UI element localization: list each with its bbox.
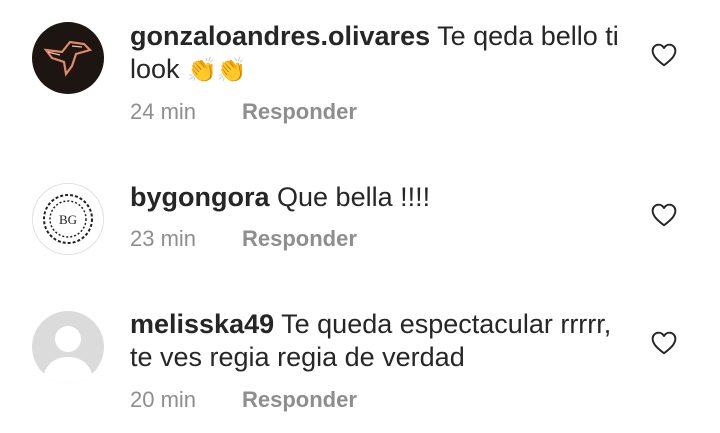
default-user-icon <box>32 311 104 383</box>
comment-username[interactable]: melisska49 <box>130 309 274 339</box>
avatar[interactable] <box>32 311 104 383</box>
comment-timestamp: 20 min <box>130 387 197 412</box>
reply-button[interactable]: Responder <box>242 99 357 124</box>
heart-icon[interactable] <box>651 43 677 67</box>
comment-meta: 23 min Responder <box>130 226 357 252</box>
comment-username[interactable]: gonzaloandres.olivares <box>130 21 430 51</box>
comment-meta: 20 min Responder <box>130 387 357 413</box>
avatar[interactable] <box>32 22 104 94</box>
comment-body: bygongora Que bella !!!! <box>130 181 630 214</box>
avatar[interactable]: BG <box>32 183 104 255</box>
bird-logo-icon <box>32 22 104 94</box>
comment-text: Que bella !!!! <box>277 182 431 212</box>
reply-button[interactable]: Responder <box>242 226 357 251</box>
comment-timestamp: 24 min <box>130 99 197 124</box>
comment-username[interactable]: bygongora <box>130 182 270 212</box>
comment-timestamp: 23 min <box>130 226 197 251</box>
comment-meta: 24 min Responder <box>130 99 357 125</box>
monogram-logo-icon: BG <box>33 184 103 254</box>
reply-button[interactable]: Responder <box>242 387 357 412</box>
heart-icon[interactable] <box>651 203 677 227</box>
clapping-hands-icon: 👏👏 <box>187 57 247 84</box>
comment-body: melisska49 Te queda espectacular rrrrr, … <box>130 308 630 374</box>
monogram-text: BG <box>59 212 77 227</box>
comment-body: gonzaloandres.olivares Te qeda bello ti … <box>130 20 630 87</box>
heart-icon[interactable] <box>651 331 677 355</box>
